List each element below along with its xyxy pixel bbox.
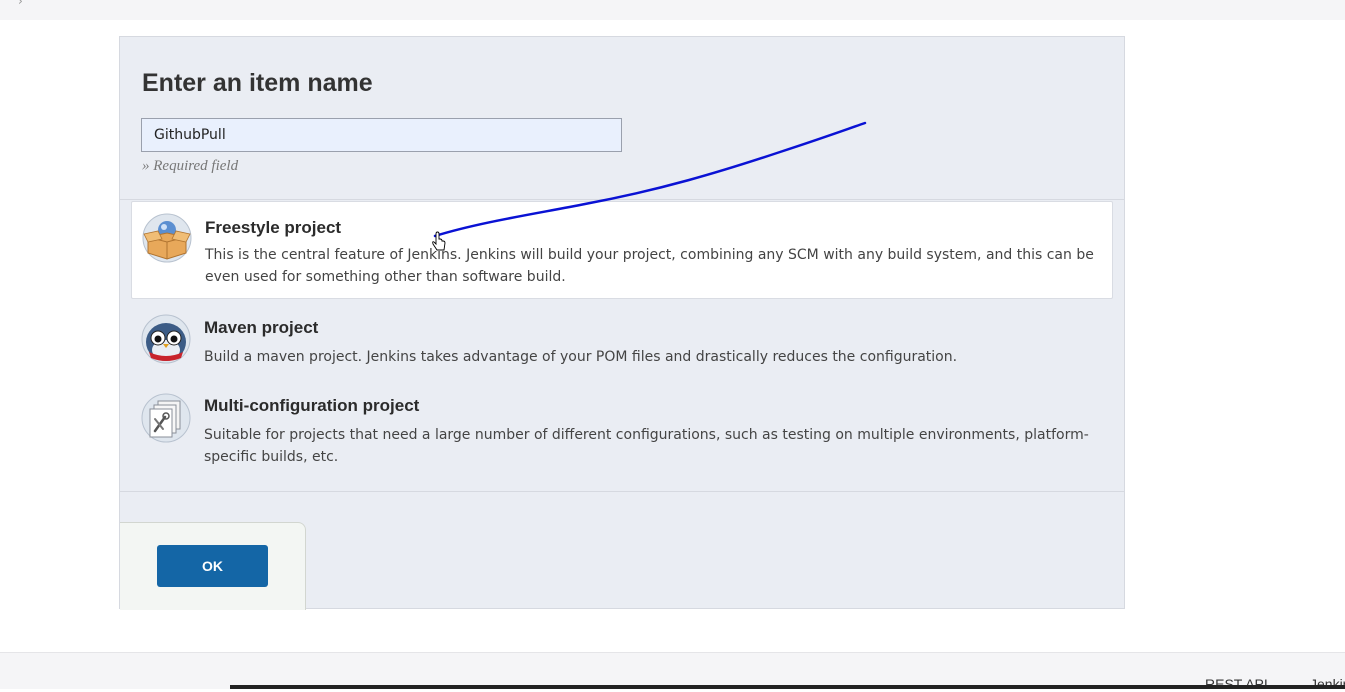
ok-button[interactable]: OK (157, 545, 268, 587)
project-type-freestyle[interactable]: Freestyle project This is the central fe… (131, 201, 1113, 299)
rest-api-link[interactable]: REST API (1205, 676, 1268, 692)
new-item-panel: Enter an item name » Required field Free… (119, 36, 1125, 610)
required-field-hint: » Required field (142, 158, 239, 174)
project-type-title: Maven project (204, 318, 319, 337)
bottom-bar (230, 685, 1345, 689)
project-type-description: Suitable for projects that need a large … (204, 427, 1089, 465)
page-title: Enter an item name (142, 69, 373, 97)
breadcrumb-arrow-icon: › (18, 0, 23, 8)
top-strip: › (0, 0, 1345, 20)
jenkins-version-link[interactable]: Jenkins (1310, 676, 1345, 692)
maven-project-icon (141, 314, 191, 364)
project-type-description: Build a maven project. Jenkins takes adv… (204, 349, 958, 365)
project-type-description: This is the central feature of Jenkins. … (205, 247, 1094, 285)
footer: REST API Jenkins (0, 652, 1345, 692)
project-type-title: Multi-configuration project (204, 396, 420, 415)
project-type-multi-configuration[interactable]: Multi-configuration project Suitable for… (131, 382, 1113, 480)
item-name-input[interactable] (141, 118, 622, 152)
ok-button-container: OK (120, 522, 306, 610)
freestyle-project-icon (142, 213, 192, 263)
project-type-list: Freestyle project This is the central fe… (120, 199, 1124, 492)
project-type-maven[interactable]: Maven project Build a maven project. Jen… (131, 303, 1113, 379)
project-type-title: Freestyle project (205, 218, 342, 237)
multi-configuration-icon (141, 393, 191, 443)
